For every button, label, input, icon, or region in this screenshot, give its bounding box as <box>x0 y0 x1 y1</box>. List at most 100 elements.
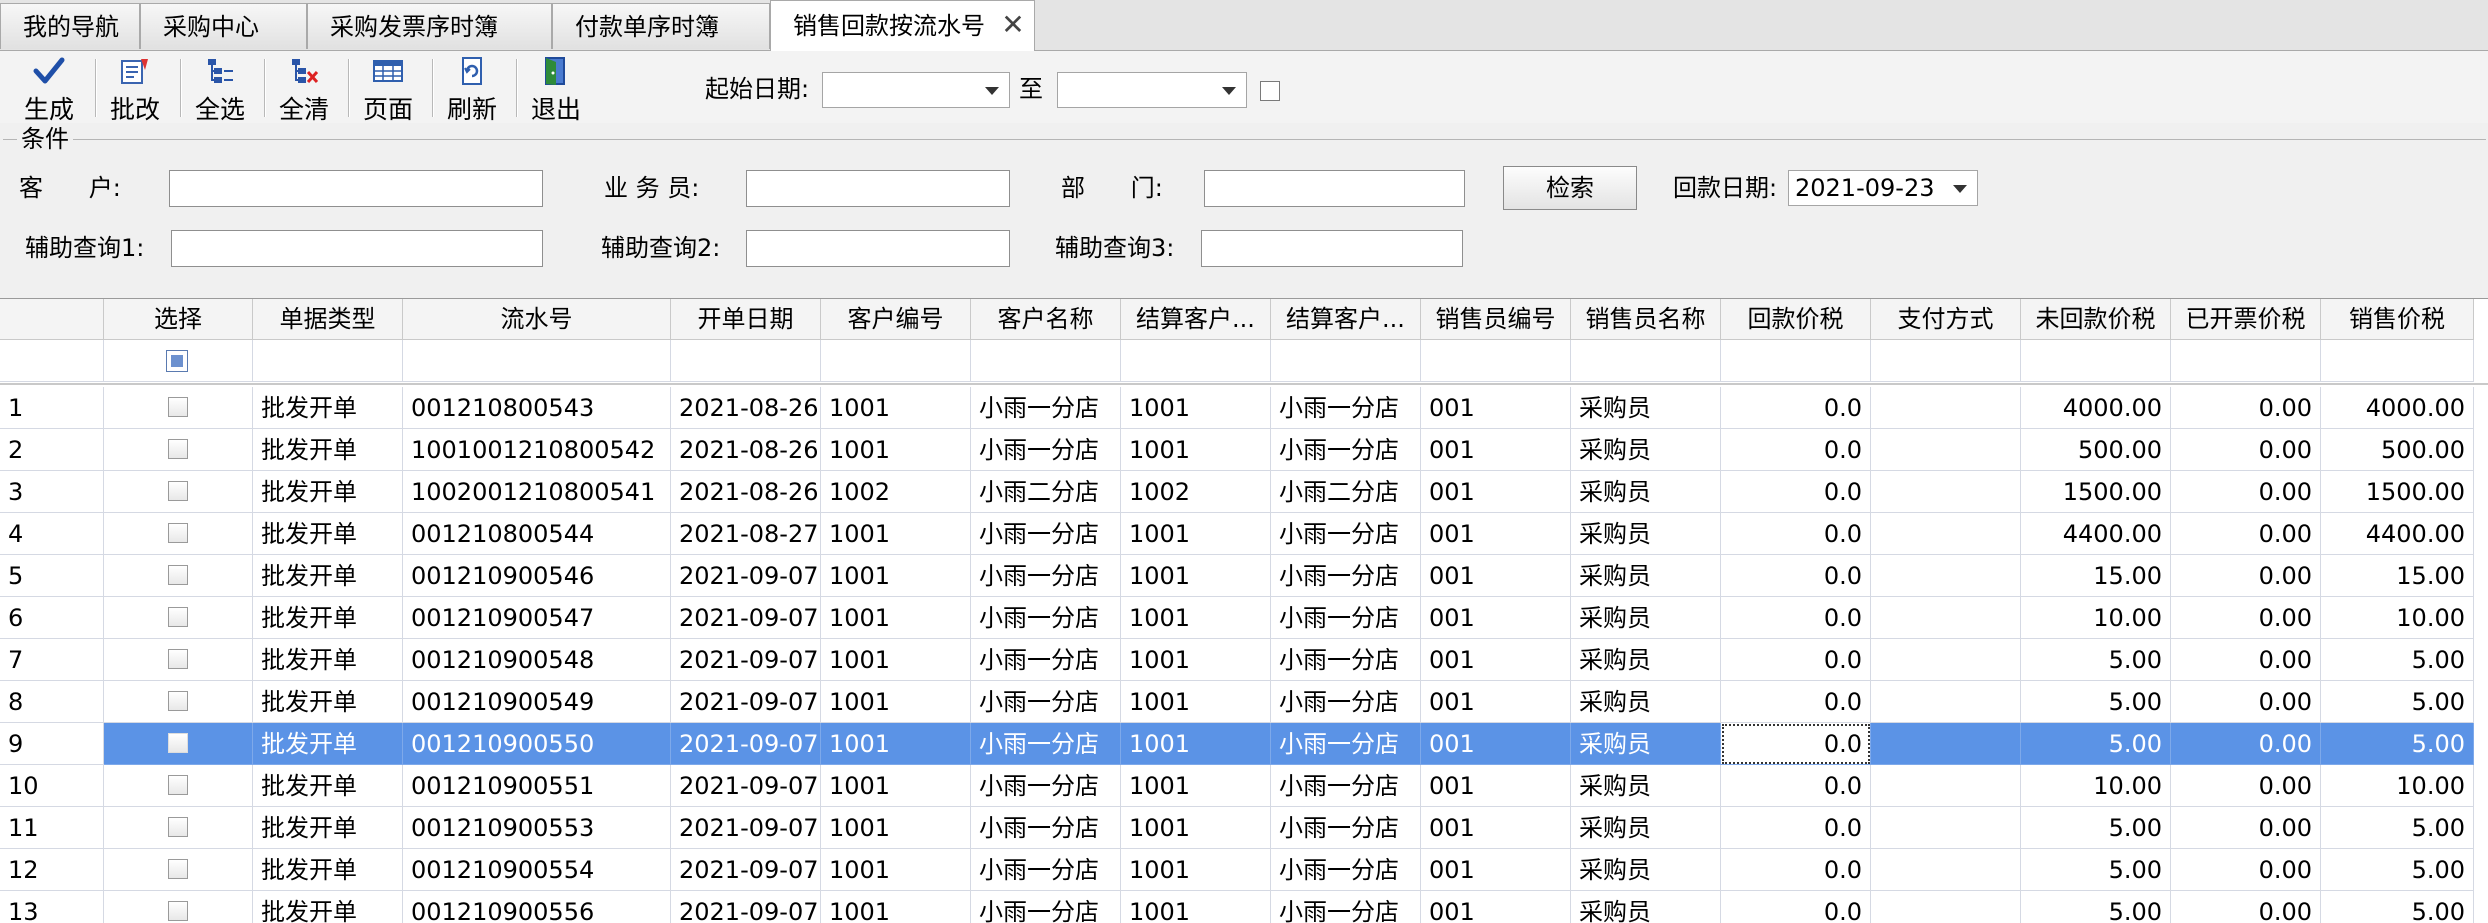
refresh-button[interactable]: 刷新 <box>433 53 511 124</box>
date-filter-checkbox[interactable] <box>1260 81 1280 101</box>
cell-settle-customer-name[interactable]: 小雨一分店 <box>1271 555 1421 597</box>
cell-sales-tax[interactable]: 5.00 <box>2321 723 2474 765</box>
cell-settle-customer-name[interactable]: 小雨一分店 <box>1271 513 1421 555</box>
row-select-checkbox[interactable] <box>168 649 188 669</box>
cell-customer-name[interactable]: 小雨一分店 <box>971 639 1121 681</box>
cell-doc-type[interactable]: 批发开单 <box>253 807 403 849</box>
cell-serial-no[interactable]: 001210900547 <box>403 597 671 639</box>
cell-unpaid-tax[interactable]: 10.00 <box>2021 597 2171 639</box>
cell-settle-customer-code[interactable]: 1001 <box>1121 555 1271 597</box>
cell-settle-customer-code[interactable]: 1001 <box>1121 891 1271 923</box>
cell-payment-method[interactable] <box>1871 597 2021 639</box>
cell-payment-method[interactable] <box>1871 681 2021 723</box>
cell-sales-tax[interactable]: 5.00 <box>2321 849 2474 891</box>
table-row[interactable]: 5 批发开单 001210900546 2021-09-07 1001 小雨一分店 1001… <box>0 555 2488 597</box>
cell-settle-customer-code[interactable]: 1001 <box>1121 723 1271 765</box>
cell-unpaid-tax[interactable]: 15.00 <box>2021 555 2171 597</box>
row-select-checkbox[interactable] <box>168 565 188 585</box>
cell-salesman-code[interactable]: 001 <box>1421 891 1571 923</box>
cell-salesman-code[interactable]: 001 <box>1421 429 1571 471</box>
page-button[interactable]: 页面 <box>349 53 427 124</box>
column-header-sales-tax[interactable]: 销售价税 <box>2321 299 2474 340</box>
cell-unpaid-tax[interactable]: 4000.00 <box>2021 387 2171 429</box>
cell-invoiced-tax[interactable]: 0.00 <box>2171 429 2321 471</box>
cell-settle-customer-name[interactable]: 小雨一分店 <box>1271 807 1421 849</box>
cell-unpaid-tax[interactable]: 4400.00 <box>2021 513 2171 555</box>
cell-invoiced-tax[interactable]: 0.00 <box>2171 765 2321 807</box>
column-header-customer-code[interactable]: 客户编号 <box>821 299 971 340</box>
start-date-combo[interactable] <box>822 72 1010 108</box>
customer-input[interactable] <box>169 170 543 207</box>
cell-payment-tax[interactable]: 0.0 <box>1721 597 1871 639</box>
cell-customer-name[interactable]: 小雨一分店 <box>971 555 1121 597</box>
cell-customer-code[interactable]: 1001 <box>821 387 971 429</box>
table-row[interactable]: 10 批发开单 001210900551 2021-09-07 1001 小雨一分店 100… <box>0 765 2488 807</box>
cell-unpaid-tax[interactable]: 5.00 <box>2021 681 2171 723</box>
cell-salesman-code[interactable]: 001 <box>1421 723 1571 765</box>
cell-customer-code[interactable]: 1001 <box>821 765 971 807</box>
cell-settle-customer-code[interactable]: 1001 <box>1121 597 1271 639</box>
cell-salesman-name[interactable]: 采购员 <box>1571 387 1721 429</box>
cell-salesman-name[interactable]: 采购员 <box>1571 555 1721 597</box>
cell-salesman-name[interactable]: 采购员 <box>1571 639 1721 681</box>
row-select-checkbox[interactable] <box>168 733 188 753</box>
cell-doc-type[interactable]: 批发开单 <box>253 723 403 765</box>
aux-query-1-input[interactable] <box>171 230 543 267</box>
cell-customer-name[interactable]: 小雨一分店 <box>971 849 1121 891</box>
close-icon[interactable]: ✕ <box>1000 0 1026 50</box>
cell-invoiced-tax[interactable]: 0.00 <box>2171 891 2321 923</box>
filter-cell-sales-tax[interactable] <box>2321 340 2474 382</box>
cell-sales-tax[interactable]: 500.00 <box>2321 429 2474 471</box>
cell-doc-type[interactable]: 批发开单 <box>253 513 403 555</box>
cell-open-date[interactable]: 2021-09-07 <box>671 597 821 639</box>
salesman-input[interactable] <box>746 170 1010 207</box>
cell-serial-no[interactable]: 001210900549 <box>403 681 671 723</box>
cell-customer-code[interactable]: 1002 <box>821 471 971 513</box>
cell-salesman-name[interactable]: 采购员 <box>1571 723 1721 765</box>
cell-settle-customer-code[interactable]: 1001 <box>1121 765 1271 807</box>
filter-cell-settle-customer-name[interactable] <box>1271 340 1421 382</box>
cell-unpaid-tax[interactable]: 5.00 <box>2021 639 2171 681</box>
cell-customer-code[interactable]: 1001 <box>821 681 971 723</box>
cell-unpaid-tax[interactable]: 5.00 <box>2021 849 2171 891</box>
cell-settle-customer-code[interactable]: 1002 <box>1121 471 1271 513</box>
cell-payment-method[interactable] <box>1871 555 2021 597</box>
cell-payment-tax[interactable]: 0.0 <box>1721 387 1871 429</box>
cell-settle-customer-name[interactable]: 小雨一分店 <box>1271 639 1421 681</box>
cell-sales-tax[interactable]: 10.00 <box>2321 765 2474 807</box>
row-select-checkbox[interactable] <box>168 901 188 921</box>
cell-settle-customer-code[interactable]: 1001 <box>1121 681 1271 723</box>
cell-customer-code[interactable]: 1001 <box>821 555 971 597</box>
filter-cell-open-date[interactable] <box>671 340 821 382</box>
cell-doc-type[interactable]: 批发开单 <box>253 387 403 429</box>
table-row[interactable]: 2 批发开单 1001001210800542 2021-08-26 1001 小雨一分店… <box>0 429 2488 471</box>
cell-payment-tax[interactable]: 0.0 <box>1721 513 1871 555</box>
cell-customer-code[interactable]: 1001 <box>821 723 971 765</box>
cell-sales-tax[interactable]: 1500.00 <box>2321 471 2474 513</box>
cell-settle-customer-name[interactable]: 小雨一分店 <box>1271 597 1421 639</box>
filter-cell-unpaid-tax[interactable] <box>2021 340 2171 382</box>
cell-salesman-code[interactable]: 001 <box>1421 849 1571 891</box>
tab-purchase-center[interactable]: 采购中心 <box>140 3 307 49</box>
cell-open-date[interactable]: 2021-08-27 <box>671 513 821 555</box>
cell-settle-customer-name[interactable]: 小雨一分店 <box>1271 765 1421 807</box>
cell-doc-type[interactable]: 批发开单 <box>253 639 403 681</box>
cell-unpaid-tax[interactable]: 5.00 <box>2021 723 2171 765</box>
cell-settle-customer-code[interactable]: 1001 <box>1121 849 1271 891</box>
column-header-salesman-code[interactable]: 销售员编号 <box>1421 299 1571 340</box>
cell-customer-code[interactable]: 1001 <box>821 891 971 923</box>
filter-cell-invoiced-tax[interactable] <box>2171 340 2321 382</box>
cell-sales-tax[interactable]: 4000.00 <box>2321 387 2474 429</box>
row-select-checkbox[interactable] <box>168 523 188 543</box>
cell-salesman-code[interactable]: 001 <box>1421 807 1571 849</box>
cell-payment-tax[interactable]: 0.0 <box>1721 849 1871 891</box>
cell-doc-type[interactable]: 批发开单 <box>253 555 403 597</box>
cell-select[interactable] <box>104 513 253 555</box>
row-select-checkbox[interactable] <box>168 691 188 711</box>
cell-invoiced-tax[interactable]: 0.00 <box>2171 723 2321 765</box>
cell-open-date[interactable]: 2021-08-26 <box>671 429 821 471</box>
cell-payment-method[interactable] <box>1871 429 2021 471</box>
cell-serial-no[interactable]: 001210900548 <box>403 639 671 681</box>
table-row[interactable]: 4 批发开单 001210800544 2021-08-27 1001 小雨一分店 1001… <box>0 513 2488 555</box>
cell-payment-tax[interactable]: 0.0 <box>1721 681 1871 723</box>
